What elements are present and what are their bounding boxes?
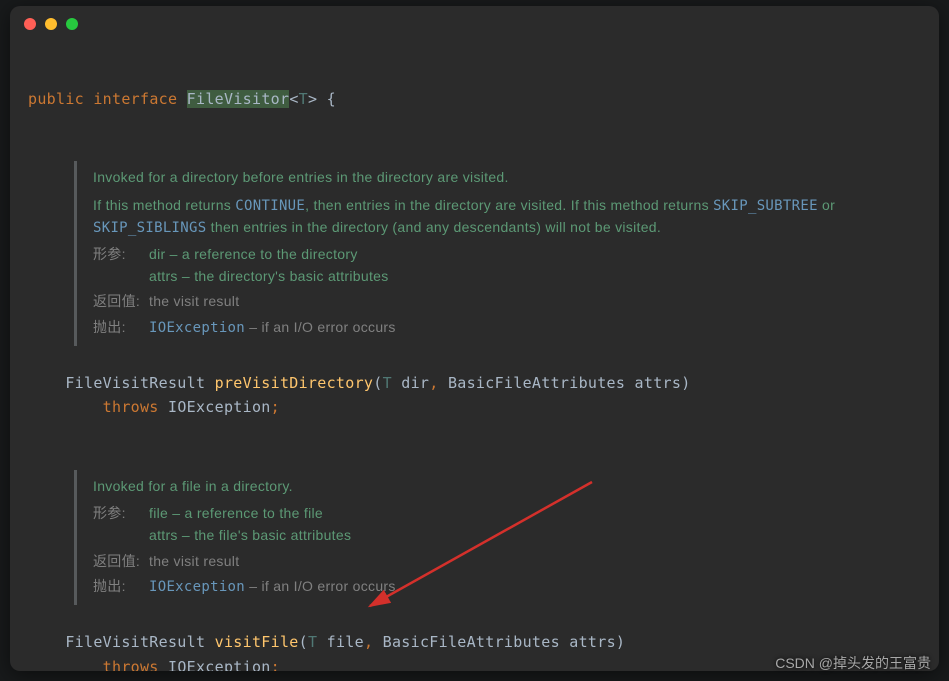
doc-param-label: 形参: xyxy=(93,244,149,287)
javadoc-block: Invoked for a directory before entries i… xyxy=(74,161,873,346)
highlighted-class: FileVisitor xyxy=(187,90,290,108)
editor-window: public interface FileVisitor<T> { Invoke… xyxy=(10,6,939,671)
doc-summary: Invoked for a file in a directory. xyxy=(93,476,873,498)
maximize-icon[interactable] xyxy=(66,18,78,30)
close-icon[interactable] xyxy=(24,18,36,30)
javadoc-block: Invoked for a file in a directory. 形参:fi… xyxy=(74,470,873,605)
doc-summary: Invoked for a directory before entries i… xyxy=(93,167,873,189)
doc-return-label: 返回值: xyxy=(93,291,149,313)
code-line: FileVisitResult preVisitDirectory(T dir,… xyxy=(28,374,691,392)
doc-return-label: 返回值: xyxy=(93,551,149,573)
code-line: throws IOException; xyxy=(28,398,280,416)
code-line: throws IOException; xyxy=(28,658,280,672)
minimize-icon[interactable] xyxy=(45,18,57,30)
titlebar xyxy=(10,6,939,42)
doc-throws-label: 抛出: xyxy=(93,317,149,340)
doc-paragraph: If this method returns CONTINUE, then en… xyxy=(93,195,873,240)
doc-param-label: 形参: xyxy=(93,503,149,546)
code-line: FileVisitResult visitFile(T file, BasicF… xyxy=(28,633,625,651)
doc-throws-label: 抛出: xyxy=(93,576,149,599)
watermark: CSDN @掉头发的王富贵 xyxy=(775,652,931,675)
code-line: public interface FileVisitor<T> { xyxy=(28,90,336,108)
code-area[interactable]: public interface FileVisitor<T> { Invoke… xyxy=(28,62,921,671)
